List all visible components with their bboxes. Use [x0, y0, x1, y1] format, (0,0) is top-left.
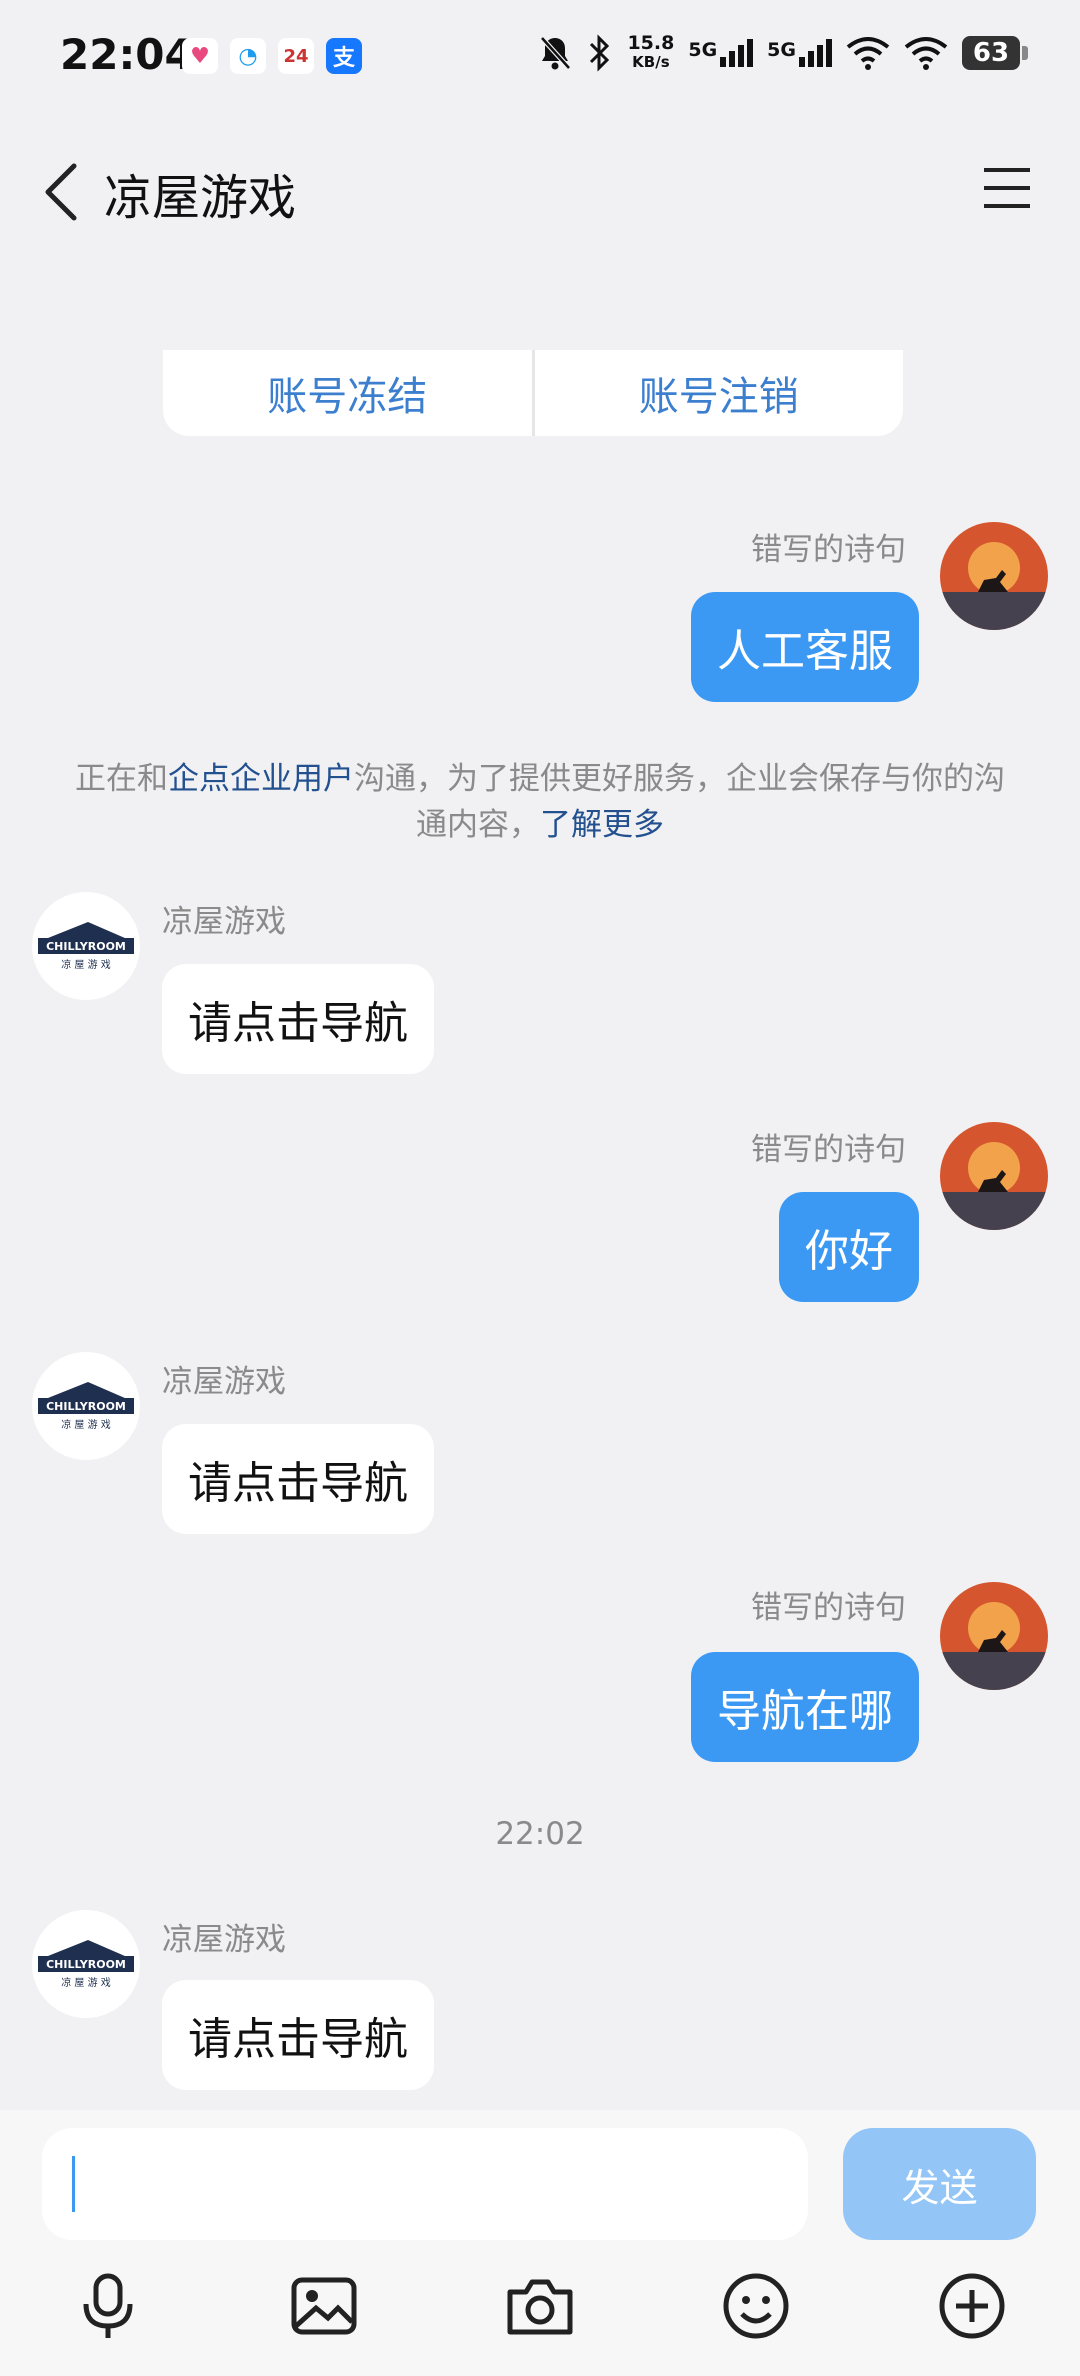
user-avatar[interactable] [940, 522, 1048, 630]
status-bar: 22:04 ♥ ◔ 24 支 15.8 KB/s 5G 5G 63 [0, 0, 1080, 120]
sender-name: 错写的诗句 [751, 1132, 906, 1168]
signal-bars-icon [720, 39, 754, 67]
send-button[interactable]: 发送 [843, 2128, 1036, 2240]
text-caret [72, 2156, 75, 2212]
logo-subtitle: 凉 屋 游 戏 [61, 1976, 111, 1989]
plus-icon[interactable] [936, 2270, 1008, 2342]
quick-actions: 账号冻结 账号注销 [163, 350, 903, 436]
bell-off-icon [540, 36, 572, 70]
network-speed-unit: KB/s [632, 53, 670, 71]
message-bubble[interactable]: 你好 [779, 1192, 919, 1302]
company-avatar[interactable]: CHILLYROOM 凉 屋 游 戏 [32, 1352, 140, 1460]
sim1-label: 5G [688, 39, 718, 61]
battery-indicator: 63 [962, 36, 1028, 70]
chat-app-icon: ◔ [230, 38, 266, 74]
sender-name: 错写的诗句 [751, 532, 906, 568]
alipay-icon: 支 [326, 38, 362, 74]
microphone-icon[interactable] [72, 2270, 144, 2342]
notice-prefix: 正在和 [75, 761, 168, 797]
logo-brand: CHILLYROOM [46, 1400, 126, 1413]
sim1-signal: 5G [688, 39, 754, 67]
notice-middle: 沟通，为了提供更好服务，企业会保存与你的沟通内容， [354, 761, 1005, 843]
menu-icon[interactable] [982, 166, 1032, 210]
user-avatar[interactable] [940, 1582, 1048, 1690]
heart-app-icon: ♥ [182, 38, 218, 74]
back-arrow-icon[interactable] [40, 160, 84, 224]
wifi-icon [904, 37, 948, 70]
image-icon[interactable] [288, 2270, 360, 2342]
message-bubble[interactable]: 人工客服 [691, 592, 919, 702]
logo-brand: CHILLYROOM [46, 940, 126, 953]
logo-subtitle: 凉 屋 游 戏 [61, 1418, 111, 1431]
network-speed-value: 15.8 [627, 32, 675, 54]
status-right: 15.8 KB/s 5G 5G 63 [537, 34, 1028, 72]
enterprise-user-link[interactable]: 企点企业用户 [168, 761, 354, 797]
network-speed: 15.8 KB/s [627, 34, 674, 72]
wifi-icon [846, 37, 890, 70]
sender-name: 凉屋游戏 [162, 1364, 286, 1400]
sender-name: 错写的诗句 [751, 1590, 906, 1626]
learn-more-link[interactable]: 了解更多 [540, 807, 664, 843]
camera-icon[interactable] [504, 2270, 576, 2342]
message-bubble[interactable]: 请点击导航 [162, 964, 434, 1074]
company-avatar[interactable]: CHILLYROOM 凉 屋 游 戏 [32, 892, 140, 1000]
notification-icons: ♥ ◔ 24 支 [182, 38, 362, 74]
logo-brand: CHILLYROOM [46, 1958, 126, 1971]
bluetooth-icon [590, 34, 610, 72]
emoji-icon[interactable] [720, 2270, 792, 2342]
signal-bars-icon [799, 39, 832, 67]
message-input[interactable] [42, 2128, 808, 2240]
sim2-signal: 5G [767, 39, 832, 67]
sender-name: 凉屋游戏 [162, 904, 286, 940]
message-bubble[interactable]: 请点击导航 [162, 1980, 434, 2090]
company-avatar[interactable]: CHILLYROOM 凉 屋 游 戏 [32, 1910, 140, 2018]
account-cancel-button[interactable]: 账号注销 [535, 350, 904, 436]
logo-subtitle: 凉 屋 游 戏 [61, 958, 111, 971]
message-bubble[interactable]: 导航在哪 [691, 1652, 919, 1762]
message-bubble[interactable]: 请点击导航 [162, 1424, 434, 1534]
calendar-24-icon: 24 [278, 38, 314, 74]
privacy-notice: 正在和企点企业用户沟通，为了提供更好服务，企业会保存与你的沟通内容，了解更多 [60, 756, 1020, 848]
account-freeze-button[interactable]: 账号冻结 [163, 350, 532, 436]
sim2-label: 5G [767, 39, 796, 61]
page-title: 凉屋游戏 [104, 170, 297, 226]
user-avatar[interactable] [940, 1122, 1048, 1230]
sender-name: 凉屋游戏 [162, 1922, 286, 1958]
timestamp: 22:02 [495, 1816, 585, 1852]
status-time: 22:04 [60, 30, 194, 79]
